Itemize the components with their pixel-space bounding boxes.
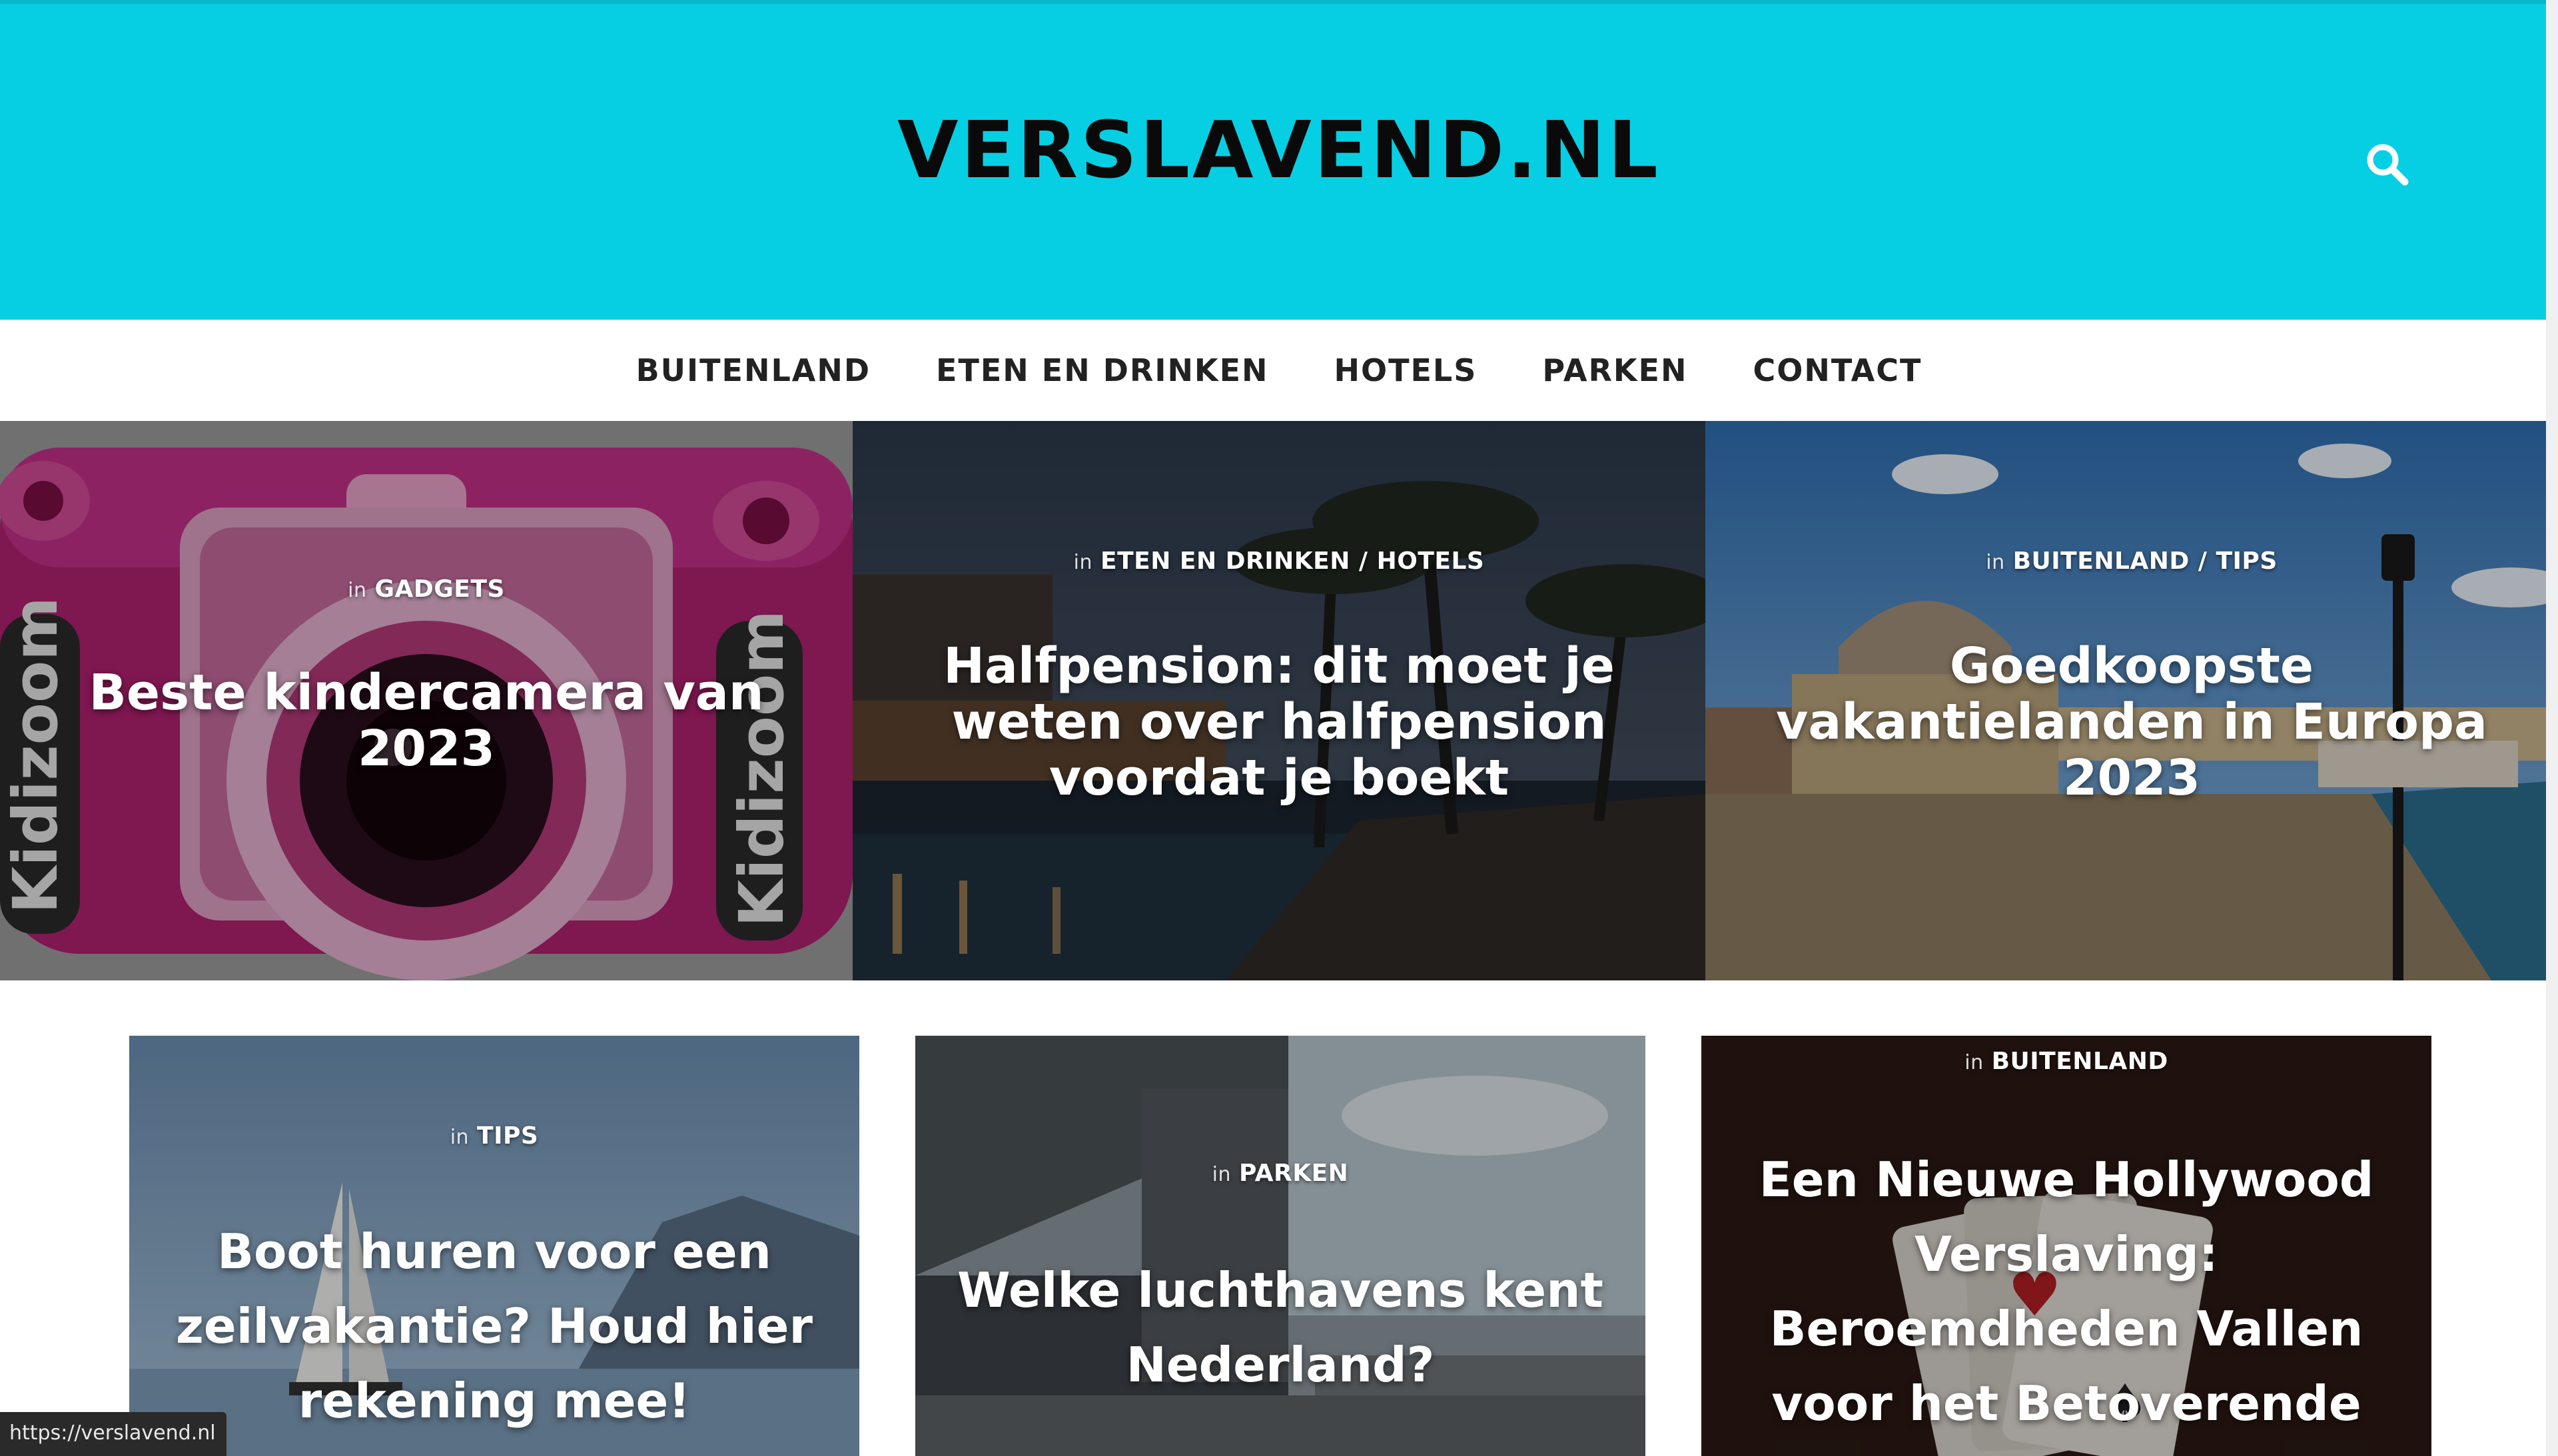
nav-item-contact[interactable]: CONTACT [1753, 352, 1922, 388]
card-in-label: in [348, 579, 367, 602]
card-category: in ETEN EN DRINKEN / HOTELS [853, 547, 1705, 575]
card-category-link[interactable]: GADGETS [374, 575, 504, 603]
nav-item-buitenland[interactable]: BUITENLAND [636, 352, 871, 388]
card-category-link[interactable]: TIPS [477, 1122, 538, 1150]
nav-item-eten-en-drinken[interactable]: ETEN EN DRINKEN [936, 352, 1268, 388]
search-icon[interactable] [2363, 141, 2410, 187]
featured-card-kindercamera[interactable]: Kidizoom Kidizoom in GADGETS Beste kinder… [0, 421, 853, 980]
page: VERSLAVEND.NL BUITENLAND ETEN EN DRINKEN… [0, 0, 2558, 1456]
card-in-label: in [1212, 1163, 1232, 1186]
card-in-label: in [1986, 551, 2005, 574]
card-title[interactable]: Welke luchthavens kent Nederland? [949, 1253, 1612, 1402]
card-title[interactable]: Halfpension: dit moet je weten over half… [893, 638, 1665, 806]
card-category: in TIPS [129, 1122, 859, 1150]
card-title[interactable]: Beste kindercamera van 2023 [40, 665, 813, 777]
main-nav: BUITENLAND ETEN EN DRINKEN HOTELS PARKEN… [0, 320, 2558, 421]
card-category-link[interactable]: PARKEN [1239, 1160, 1348, 1187]
nav-item-parken[interactable]: PARKEN [1542, 352, 1687, 388]
card-category: in GADGETS [0, 575, 853, 603]
post-card-luchthavens[interactable]: in PARKEN Welke luchthavens kent Nederlan… [915, 1036, 1645, 1456]
card-category: in BUITENLAND [1701, 1048, 2431, 1075]
card-title[interactable]: Een Nieuwe Hollywood Verslaving: Beroemd… [1735, 1142, 2398, 1441]
post-card-zeilvakantie[interactable]: in TIPS Boot huren voor een zeilvakantie?… [129, 1036, 859, 1456]
card-category: in PARKEN [915, 1160, 1645, 1187]
card-category-link[interactable]: BUITENLAND / TIPS [2013, 547, 2278, 575]
featured-card-halfpension[interactable]: in ETEN EN DRINKEN / HOTELS Halfpension: … [853, 421, 1705, 980]
page-scroll-edge [2546, 0, 2558, 1456]
card-in-label: in [450, 1126, 470, 1149]
site-header: VERSLAVEND.NL [0, 0, 2558, 320]
featured-posts: Kidizoom Kidizoom in GADGETS Beste kinder… [0, 421, 2558, 980]
nav-item-hotels[interactable]: HOTELS [1334, 352, 1478, 388]
post-card-hollywood[interactable]: ♥ ♠ in BUITENLAND Een Nieuwe Hollywood Ve… [1701, 1036, 2431, 1456]
site-logo[interactable]: VERSLAVEND.NL [0, 104, 2558, 196]
card-category: in BUITENLAND / TIPS [1705, 547, 2558, 575]
card-in-label: in [1073, 551, 1092, 574]
browser-status-url: https://verslavend.nl [0, 1412, 226, 1456]
featured-card-vakantielanden[interactable]: in BUITENLAND / TIPS Goedkoopste vakantie… [1705, 421, 2558, 980]
card-title[interactable]: Boot huren voor een zeilvakantie? Houd h… [163, 1214, 826, 1438]
card-title[interactable]: Goedkoopste vakantielanden in Europa 202… [1745, 638, 2518, 806]
card-in-label: in [1964, 1051, 1984, 1074]
card-category-link[interactable]: ETEN EN DRINKEN / HOTELS [1100, 547, 1484, 575]
card-category-link[interactable]: BUITENLAND [1992, 1048, 2168, 1075]
